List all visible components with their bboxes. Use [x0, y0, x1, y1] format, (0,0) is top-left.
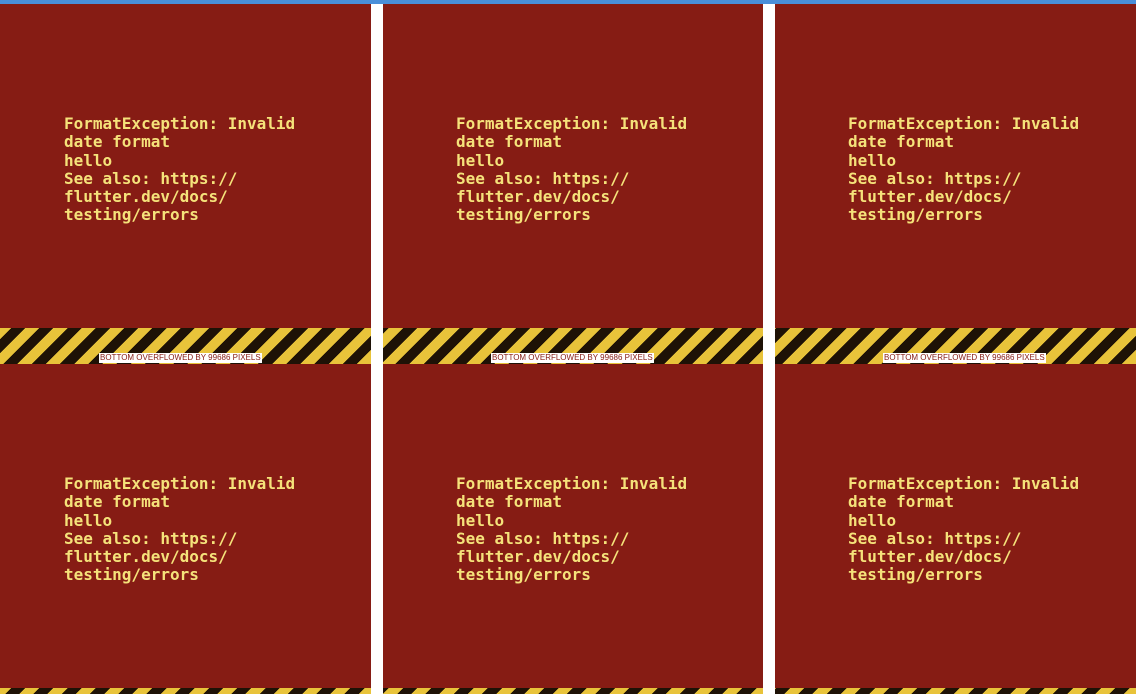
- overflow-stripe-band: [383, 688, 763, 694]
- overflow-label: BOTTOM OVERFLOWED BY 99686 PIXELS: [99, 353, 262, 363]
- error-message: FormatException: Invalid date format hel…: [848, 474, 1080, 585]
- error-tile: FormatException: Invalid date format hel…: [383, 364, 763, 694]
- overflow-stripe-band: [775, 688, 1136, 694]
- error-tile: FormatException: Invalid date format hel…: [383, 4, 763, 364]
- error-message: FormatException: Invalid date format hel…: [456, 474, 688, 585]
- error-tile: FormatException: Invalid date format hel…: [0, 364, 371, 694]
- error-message: FormatException: Invalid date format hel…: [848, 114, 1080, 225]
- overflow-label: BOTTOM OVERFLOWED BY 99686 PIXELS: [491, 353, 654, 363]
- error-tile: FormatException: Invalid date format hel…: [775, 4, 1136, 364]
- error-tile: FormatException: Invalid date format hel…: [0, 4, 371, 364]
- error-message: FormatException: Invalid date format hel…: [64, 474, 296, 585]
- error-tile: FormatException: Invalid date format hel…: [775, 364, 1136, 694]
- grid-column-2: FormatException: Invalid date format hel…: [383, 4, 763, 694]
- error-message: FormatException: Invalid date format hel…: [456, 114, 688, 225]
- error-message: FormatException: Invalid date format hel…: [64, 114, 296, 225]
- overflow-label: BOTTOM OVERFLOWED BY 99686 PIXELS: [883, 353, 1046, 363]
- error-grid: FormatException: Invalid date format hel…: [0, 4, 1136, 694]
- grid-column-1: FormatException: Invalid date format hel…: [0, 4, 371, 694]
- overflow-stripe-band: [0, 688, 371, 694]
- grid-column-3: FormatException: Invalid date format hel…: [775, 4, 1136, 694]
